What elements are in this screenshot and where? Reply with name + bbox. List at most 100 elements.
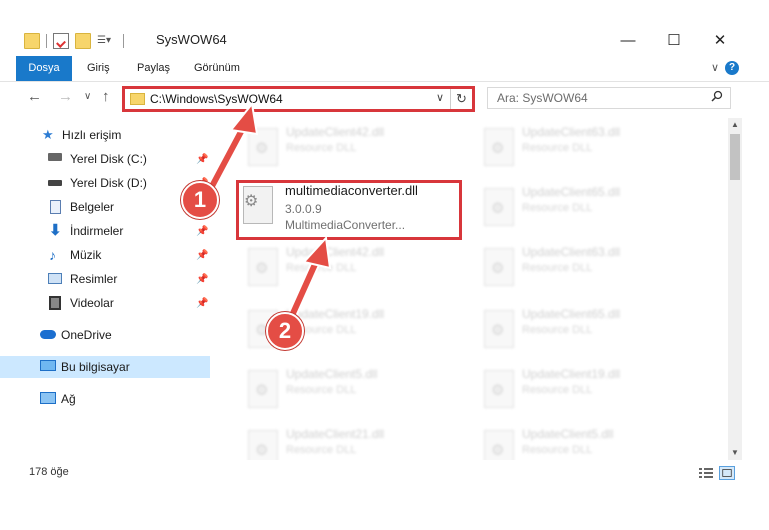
dll-file-icon bbox=[248, 128, 278, 166]
scroll-up-icon[interactable]: ▲ bbox=[728, 118, 742, 132]
dll-file-icon bbox=[248, 430, 278, 460]
pin-icon[interactable]: 📌 bbox=[196, 226, 208, 237]
status-bar: 178 öğe bbox=[0, 462, 769, 484]
pin-icon[interactable]: 📌 bbox=[196, 154, 208, 165]
folder-icon bbox=[24, 33, 40, 49]
file-name: UpdateClient42.dll bbox=[286, 125, 385, 139]
minimize-button[interactable]: — bbox=[605, 28, 651, 52]
recent-locations-icon[interactable]: ∨ bbox=[84, 91, 91, 102]
file-name: UpdateClient21.dll bbox=[286, 427, 385, 441]
file-name: UpdateClient63.dll bbox=[522, 125, 621, 139]
help-icon[interactable]: ? bbox=[725, 61, 739, 75]
file-description: Resource DLL bbox=[522, 142, 593, 154]
sidebar-item-onedrive[interactable]: OneDrive bbox=[0, 324, 210, 346]
tiles-view-icon[interactable] bbox=[719, 466, 735, 480]
pin-icon[interactable]: 📌 bbox=[196, 298, 208, 309]
ribbon-expand-icon[interactable]: ∨ bbox=[711, 61, 719, 74]
file-name: UpdateClient65.dll bbox=[522, 307, 621, 321]
new-folder-icon[interactable] bbox=[75, 33, 91, 49]
file-list: UpdateClient42.dll Resource DLL UpdateCl… bbox=[212, 118, 728, 460]
file-tile[interactable]: UpdateClient5.dll Resource DLL bbox=[242, 364, 462, 422]
file-tile[interactable]: UpdateClient19.dll Resource DLL bbox=[478, 364, 698, 422]
file-description: Resource DLL bbox=[522, 324, 593, 336]
scroll-thumb[interactable] bbox=[730, 134, 740, 180]
sidebar-item-drive-d[interactable]: Yerel Disk (D:) 📌 bbox=[0, 172, 210, 194]
dll-file-icon bbox=[248, 370, 278, 408]
sidebar-item-music[interactable]: ♪ Müzik 📌 bbox=[0, 244, 210, 266]
refresh-icon[interactable]: ↻ bbox=[450, 89, 472, 109]
file-description: Resource DLL bbox=[522, 384, 593, 396]
window-footer bbox=[0, 484, 769, 530]
download-icon: ⬇ bbox=[49, 222, 62, 239]
file-name: UpdateClient19.dll bbox=[286, 307, 385, 321]
separator bbox=[46, 34, 47, 48]
quick-access-toolbar: ☰▾ bbox=[24, 31, 124, 51]
separator bbox=[123, 34, 124, 48]
up-arrow-icon[interactable]: ↑ bbox=[102, 88, 110, 105]
vertical-scrollbar[interactable]: ▲ ▼ bbox=[728, 118, 742, 460]
details-view-icon[interactable] bbox=[698, 466, 714, 480]
tab-home[interactable]: Giriş bbox=[75, 56, 122, 81]
file-tile[interactable]: UpdateClient21.dll Resource DLL bbox=[242, 424, 462, 460]
sidebar-item-drive-c[interactable]: Yerel Disk (C:) 📌 bbox=[0, 148, 210, 170]
ribbon-tabs: Dosya Giriş Paylaş Görünüm ∨ ? bbox=[0, 56, 769, 82]
customize-toolbar-icon[interactable]: ☰▾ bbox=[97, 33, 117, 49]
dll-file-icon bbox=[484, 128, 514, 166]
tab-view[interactable]: Görünüm bbox=[182, 56, 252, 81]
file-tile[interactable]: UpdateClient42.dll Resource DLL bbox=[242, 122, 462, 180]
videos-icon bbox=[49, 296, 61, 310]
sidebar-item-quick-access[interactable]: ★ Hızlı erişim bbox=[0, 124, 210, 146]
gear-icon: ⚙ bbox=[244, 193, 259, 210]
tab-file[interactable]: Dosya bbox=[16, 56, 72, 81]
sidebar-item-label: Bu bilgisayar bbox=[61, 360, 130, 374]
sidebar-item-label: Yerel Disk (D:) bbox=[70, 176, 147, 190]
pictures-icon bbox=[48, 273, 62, 284]
maximize-button[interactable]: ☐ bbox=[651, 28, 697, 52]
file-tile[interactable]: UpdateClient42.dll Resource DLL bbox=[242, 242, 462, 300]
tab-share[interactable]: Paylaş bbox=[125, 56, 182, 81]
sidebar-item-pictures[interactable]: Resimler 📌 bbox=[0, 268, 210, 290]
pin-icon[interactable]: 📌 bbox=[196, 274, 208, 285]
sidebar-item-videos[interactable]: Videolar 📌 bbox=[0, 292, 210, 314]
scroll-down-icon[interactable]: ▼ bbox=[728, 446, 742, 460]
file-tile[interactable]: UpdateClient5.dll Resource DLL bbox=[478, 424, 698, 460]
address-path[interactable]: C:\Windows\SysWOW64 bbox=[150, 92, 283, 106]
address-dropdown-icon[interactable]: ∨ bbox=[436, 91, 444, 104]
close-button[interactable]: ✕ bbox=[697, 28, 743, 52]
back-arrow-icon[interactable]: ← bbox=[27, 88, 42, 105]
sidebar-item-this-pc[interactable]: Bu bilgisayar bbox=[0, 356, 210, 378]
dll-file-icon bbox=[484, 310, 514, 348]
properties-icon[interactable] bbox=[53, 33, 69, 49]
sidebar-item-label: Belgeler bbox=[70, 200, 115, 214]
file-name: UpdateClient5.dll bbox=[522, 427, 614, 441]
sidebar-item-network[interactable]: Ağ bbox=[0, 388, 210, 410]
folder-icon bbox=[130, 93, 145, 105]
title-bar: ☰▾ SysWOW64 — ☐ ✕ bbox=[0, 0, 769, 56]
file-tile[interactable]: UpdateClient65.dll Resource DLL bbox=[478, 304, 698, 362]
pin-icon[interactable]: 📌 bbox=[196, 250, 208, 261]
item-count: 178 öğe bbox=[29, 466, 69, 478]
sidebar-item-label: OneDrive bbox=[61, 328, 112, 342]
search-input[interactable]: Ara: SysWOW64 bbox=[487, 87, 731, 109]
sidebar-item-label: Ağ bbox=[61, 392, 76, 406]
highlighted-file-tile[interactable]: ⚙ multimediaconverter.dll 3.0.0.9 Multim… bbox=[236, 180, 462, 240]
dll-file-icon bbox=[484, 430, 514, 460]
forward-arrow-icon[interactable]: → bbox=[58, 88, 73, 105]
file-name: UpdateClient65.dll bbox=[522, 185, 621, 199]
file-tile[interactable]: UpdateClient63.dll Resource DLL bbox=[478, 122, 698, 180]
documents-icon bbox=[50, 200, 61, 214]
file-name: multimediaconverter.dll bbox=[285, 183, 418, 198]
dll-file-icon bbox=[484, 188, 514, 226]
file-tile[interactable]: UpdateClient63.dll Resource DLL bbox=[478, 242, 698, 300]
file-name: UpdateClient5.dll bbox=[286, 367, 378, 381]
file-name: UpdateClient42.dll bbox=[286, 245, 385, 259]
file-version: 3.0.0.9 bbox=[285, 202, 322, 216]
sidebar-item-downloads[interactable]: ⬇ İndirmeler 📌 bbox=[0, 220, 210, 242]
file-tile[interactable]: UpdateClient65.dll Resource DLL bbox=[478, 182, 698, 240]
sidebar-item-documents[interactable]: Belgeler 📌 bbox=[0, 196, 210, 218]
search-icon[interactable] bbox=[711, 90, 723, 102]
address-bar[interactable]: C:\Windows\SysWOW64 ∨ ↻ bbox=[122, 86, 475, 112]
cloud-icon bbox=[40, 330, 56, 339]
sidebar-item-label: Hızlı erişim bbox=[62, 128, 122, 142]
window-title: SysWOW64 bbox=[156, 32, 227, 47]
